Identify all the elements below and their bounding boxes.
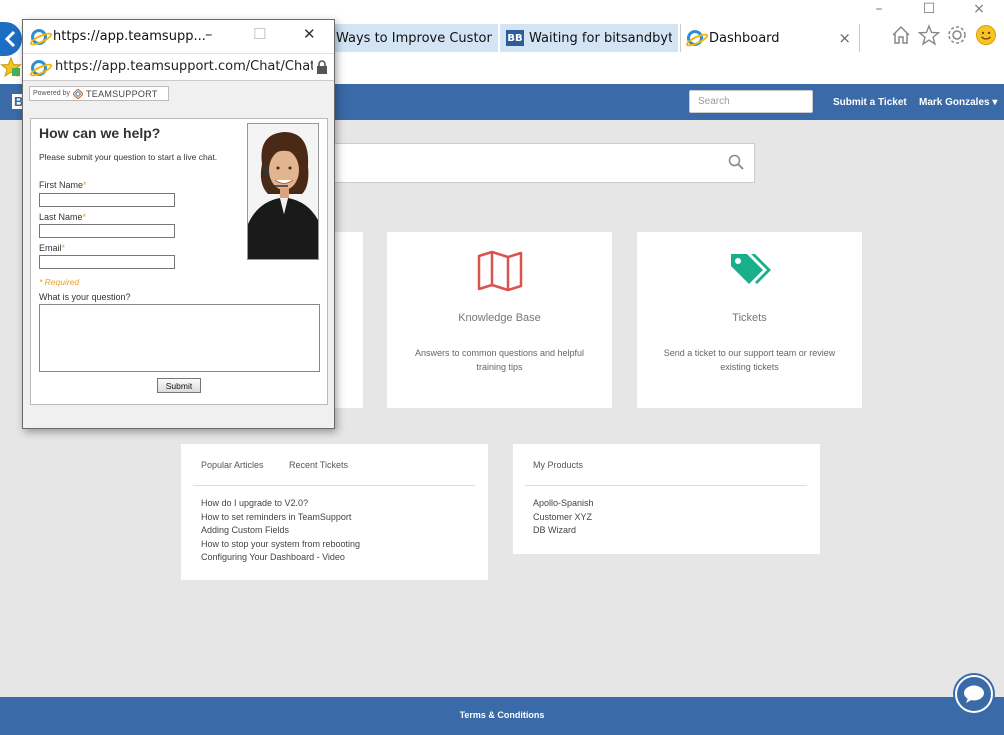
- submit-button[interactable]: Submit: [157, 378, 201, 393]
- label-text: Email: [39, 243, 62, 253]
- powered-by-badge[interactable]: Powered by TEAMSUPPORT: [29, 86, 169, 101]
- card-description: Answers to common questions and helpful …: [414, 348, 585, 372]
- support-agent-photo: [247, 123, 319, 260]
- form-intro-text: Please submit your question to start a l…: [39, 152, 218, 162]
- form-heading: How can we help?: [39, 125, 161, 141]
- article-link[interactable]: How to set reminders in TeamSupport: [201, 511, 360, 525]
- tab-label: Dashboard: [709, 30, 780, 46]
- window-maximize-button[interactable]: ☐: [906, 0, 952, 18]
- email-label: Email*: [39, 243, 65, 253]
- product-link[interactable]: Apollo-Spanish: [533, 497, 594, 511]
- articles-panel: Popular Articles Recent Tickets How do I…: [181, 444, 488, 580]
- main-search-input[interactable]: [330, 143, 755, 183]
- popup-titlebar[interactable]: https://app.teamsupp... – ☐ ✕: [23, 20, 334, 53]
- email-input[interactable]: [39, 255, 175, 269]
- footer: Terms & Conditions: [0, 697, 1004, 735]
- smiley-feedback-icon[interactable]: [975, 24, 997, 46]
- card-title: Tickets: [732, 312, 767, 324]
- products-panel: My Products Apollo-Spanish Customer XYZ …: [513, 444, 820, 554]
- tags-icon: [730, 254, 771, 284]
- required-asterisk: *: [83, 180, 87, 190]
- powered-by-label: Powered by: [33, 90, 70, 97]
- divider: [525, 485, 807, 486]
- last-name-input[interactable]: [39, 224, 175, 238]
- tab-label: Ways to Improve Custom...: [336, 30, 492, 46]
- popup-minimize-button[interactable]: –: [205, 25, 213, 43]
- window-minimize-button[interactable]: –: [856, 0, 902, 18]
- tab-recent-tickets[interactable]: Recent Tickets: [289, 460, 348, 470]
- last-name-label: Last Name*: [39, 212, 86, 222]
- chat-bubble-icon: [964, 685, 984, 703]
- article-link[interactable]: How to stop your system from rebooting: [201, 538, 360, 552]
- ie-icon: [31, 60, 47, 76]
- question-textarea[interactable]: [39, 304, 320, 372]
- article-list: How do I upgrade to V2.0? How to set rem…: [201, 497, 360, 565]
- bitsandbytes-logo-icon: BB: [506, 30, 524, 46]
- article-link[interactable]: Configuring Your Dashboard - Video: [201, 551, 360, 565]
- chat-launcher-button[interactable]: [955, 675, 993, 713]
- submit-ticket-link[interactable]: Submit a Ticket: [833, 97, 907, 108]
- tab-dashboard[interactable]: Dashboard ×: [680, 24, 860, 52]
- teamsupport-logo-icon: [72, 88, 83, 99]
- required-asterisk: *: [82, 212, 87, 222]
- first-name-input[interactable]: [39, 193, 175, 207]
- terms-link[interactable]: Terms & Conditions: [0, 710, 1004, 720]
- popup-address-bar[interactable]: https://app.teamsupport.com/Chat/ChatIni…: [23, 53, 334, 81]
- tab-close-icon[interactable]: ×: [838, 29, 851, 47]
- popup-close-button[interactable]: ✕: [303, 25, 316, 43]
- label-text: First Name: [39, 180, 84, 190]
- article-link[interactable]: How do I upgrade to V2.0?: [201, 497, 360, 511]
- product-link[interactable]: Customer XYZ: [533, 511, 594, 525]
- label-text: Last Name: [39, 212, 83, 222]
- chat-popup-window[interactable]: https://app.teamsupp... – ☐ ✕ https://ap…: [22, 19, 335, 429]
- product-list: Apollo-Spanish Customer XYZ DB Wizard: [533, 497, 594, 538]
- search-icon[interactable]: [728, 154, 744, 170]
- brand-name: TEAMSUPPORT: [85, 88, 158, 99]
- article-link[interactable]: Adding Custom Fields: [201, 524, 360, 538]
- card-tickets[interactable]: Tickets Send a ticket to our support tea…: [637, 232, 862, 408]
- home-icon[interactable]: [890, 24, 912, 46]
- settings-gear-icon[interactable]: [946, 24, 968, 46]
- header-search-input[interactable]: Search: [689, 90, 813, 113]
- favorites-star-icon[interactable]: [918, 24, 940, 46]
- lock-icon: [317, 60, 327, 74]
- map-icon: [477, 250, 522, 292]
- agent-portrait-image: [248, 124, 318, 259]
- favorites-bar-star-icon[interactable]: [0, 56, 22, 78]
- popup-title: https://app.teamsupp...: [53, 29, 206, 44]
- products-panel-title: My Products: [533, 460, 584, 470]
- card-title: Knowledge Base: [458, 312, 541, 324]
- product-link[interactable]: DB Wizard: [533, 524, 594, 538]
- tab-popular-articles[interactable]: Popular Articles: [201, 460, 264, 470]
- divider: [193, 485, 475, 486]
- required-asterisk: *: [61, 243, 66, 253]
- tab-label: Waiting for bitsandbytes...: [529, 30, 672, 46]
- back-button[interactable]: [0, 22, 22, 56]
- back-arrow-icon: [4, 30, 16, 48]
- card-knowledge-base[interactable]: Knowledge Base Answers to common questio…: [387, 232, 612, 408]
- first-name-label: First Name*: [39, 180, 87, 190]
- question-label: What is your question?: [39, 292, 131, 302]
- popup-maximize-button: ☐: [253, 25, 267, 43]
- window-close-button[interactable]: ×: [956, 0, 1002, 18]
- tab-waiting-for-bitsandbytes[interactable]: BB Waiting for bitsandbytes...: [500, 24, 678, 52]
- tab-ways-to-improve[interactable]: Ways to Improve Custom...: [330, 24, 498, 52]
- chat-form: How can we help? Please submit your ques…: [30, 118, 328, 405]
- card-description: Send a ticket to our support team or rev…: [663, 348, 836, 372]
- popup-url[interactable]: https://app.teamsupport.com/Chat/ChatIni…: [55, 59, 313, 74]
- required-note: * Required: [39, 277, 80, 287]
- user-menu[interactable]: Mark Gonzales ▾: [919, 97, 997, 108]
- ie-icon: [687, 30, 703, 46]
- ie-icon: [31, 29, 47, 45]
